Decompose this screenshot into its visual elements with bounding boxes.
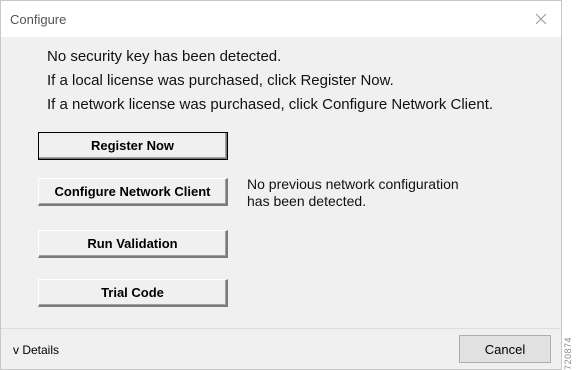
configure-dialog: Configure No security key has been detec… [0, 0, 562, 370]
details-toggle[interactable]: v Details [13, 343, 59, 357]
message-local-license: If a local license was purchased, click … [47, 72, 394, 89]
trial-code-button[interactable]: Trial Code [38, 279, 228, 307]
close-icon [535, 13, 547, 25]
cancel-button[interactable]: Cancel [459, 335, 551, 363]
close-button[interactable] [527, 5, 555, 33]
figure-id-watermark: 720874 [563, 336, 573, 370]
footer-divider [1, 328, 561, 329]
register-now-button[interactable]: Register Now [38, 132, 228, 160]
network-config-note: No previous network configuration has be… [247, 176, 527, 210]
title-bar: Configure [1, 1, 561, 37]
network-config-note-line1: No previous network configuration [247, 176, 459, 192]
run-validation-button[interactable]: Run Validation [38, 230, 228, 258]
configure-network-client-button[interactable]: Configure Network Client [38, 178, 228, 206]
window-title: Configure [10, 12, 67, 27]
message-no-key: No security key has been detected. [47, 48, 282, 65]
network-config-note-line2: has been detected. [247, 193, 367, 209]
message-network-license: If a network license was purchased, clic… [47, 96, 494, 113]
